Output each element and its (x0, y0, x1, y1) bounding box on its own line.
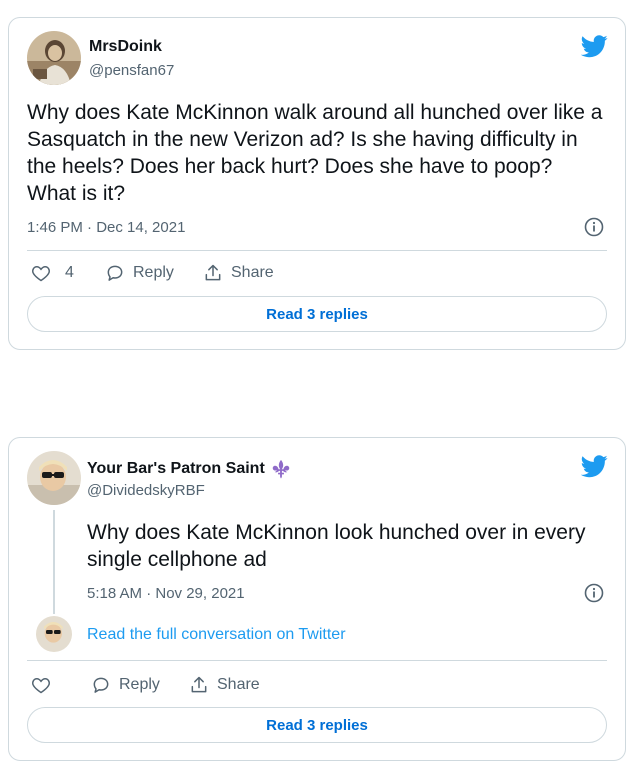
share-button[interactable]: Share (189, 675, 260, 695)
thread-line (53, 510, 55, 614)
like-button[interactable]: 4 (31, 263, 74, 283)
tweet-card: MrsDoink @pensfan67 Why does Kate McKinn… (8, 17, 626, 350)
display-name[interactable]: MrsDoink (89, 38, 162, 56)
small-avatar[interactable] (36, 616, 72, 652)
avatar[interactable] (27, 451, 81, 505)
share-label: Share (231, 264, 274, 281)
reply-bubble-icon (107, 265, 123, 281)
heart-icon (32, 677, 50, 694)
tweet-card: Your Bar's Patron Saint @DividedskyRBF W… (8, 437, 626, 761)
reply-button[interactable]: Reply (91, 675, 160, 695)
timestamp[interactable]: 1:46 PM · Dec 14, 2021 (27, 219, 185, 236)
reply-label: Reply (133, 264, 174, 281)
reply-label: Reply (119, 676, 160, 693)
info-icon[interactable] (584, 583, 604, 603)
avatar[interactable] (27, 31, 81, 85)
divider (27, 250, 607, 251)
share-icon (191, 676, 207, 693)
divider (27, 660, 607, 661)
heart-icon (32, 265, 50, 282)
info-icon[interactable] (584, 217, 604, 237)
twitter-bird-icon[interactable] (581, 32, 608, 59)
tweet-text: Why does Kate McKinnon walk around all h… (27, 101, 603, 205)
timestamp[interactable]: 5:18 AM · Nov 29, 2021 (87, 585, 245, 602)
handle[interactable]: @pensfan67 (89, 62, 174, 79)
display-name[interactable]: Your Bar's Patron Saint (87, 458, 292, 480)
fleur-de-lis-emoji (272, 459, 290, 479)
share-button[interactable]: Share (203, 263, 274, 283)
share-icon (205, 264, 221, 281)
like-button[interactable] (31, 675, 59, 695)
full-conversation-link[interactable]: Read the full conversation on Twitter (87, 626, 346, 644)
handle[interactable]: @DividedskyRBF (87, 482, 205, 499)
share-label: Share (217, 676, 260, 693)
reply-button[interactable]: Reply (105, 263, 174, 283)
read-replies-button[interactable]: Read 3 replies (27, 296, 607, 332)
like-count: 4 (65, 264, 74, 281)
tweet-text: Why does Kate McKinnon look hunched over… (87, 521, 586, 571)
read-replies-button[interactable]: Read 3 replies (27, 707, 607, 743)
display-name-text: Your Bar's Patron Saint (87, 460, 265, 477)
reply-bubble-icon (93, 677, 109, 693)
twitter-bird-icon[interactable] (581, 452, 608, 479)
